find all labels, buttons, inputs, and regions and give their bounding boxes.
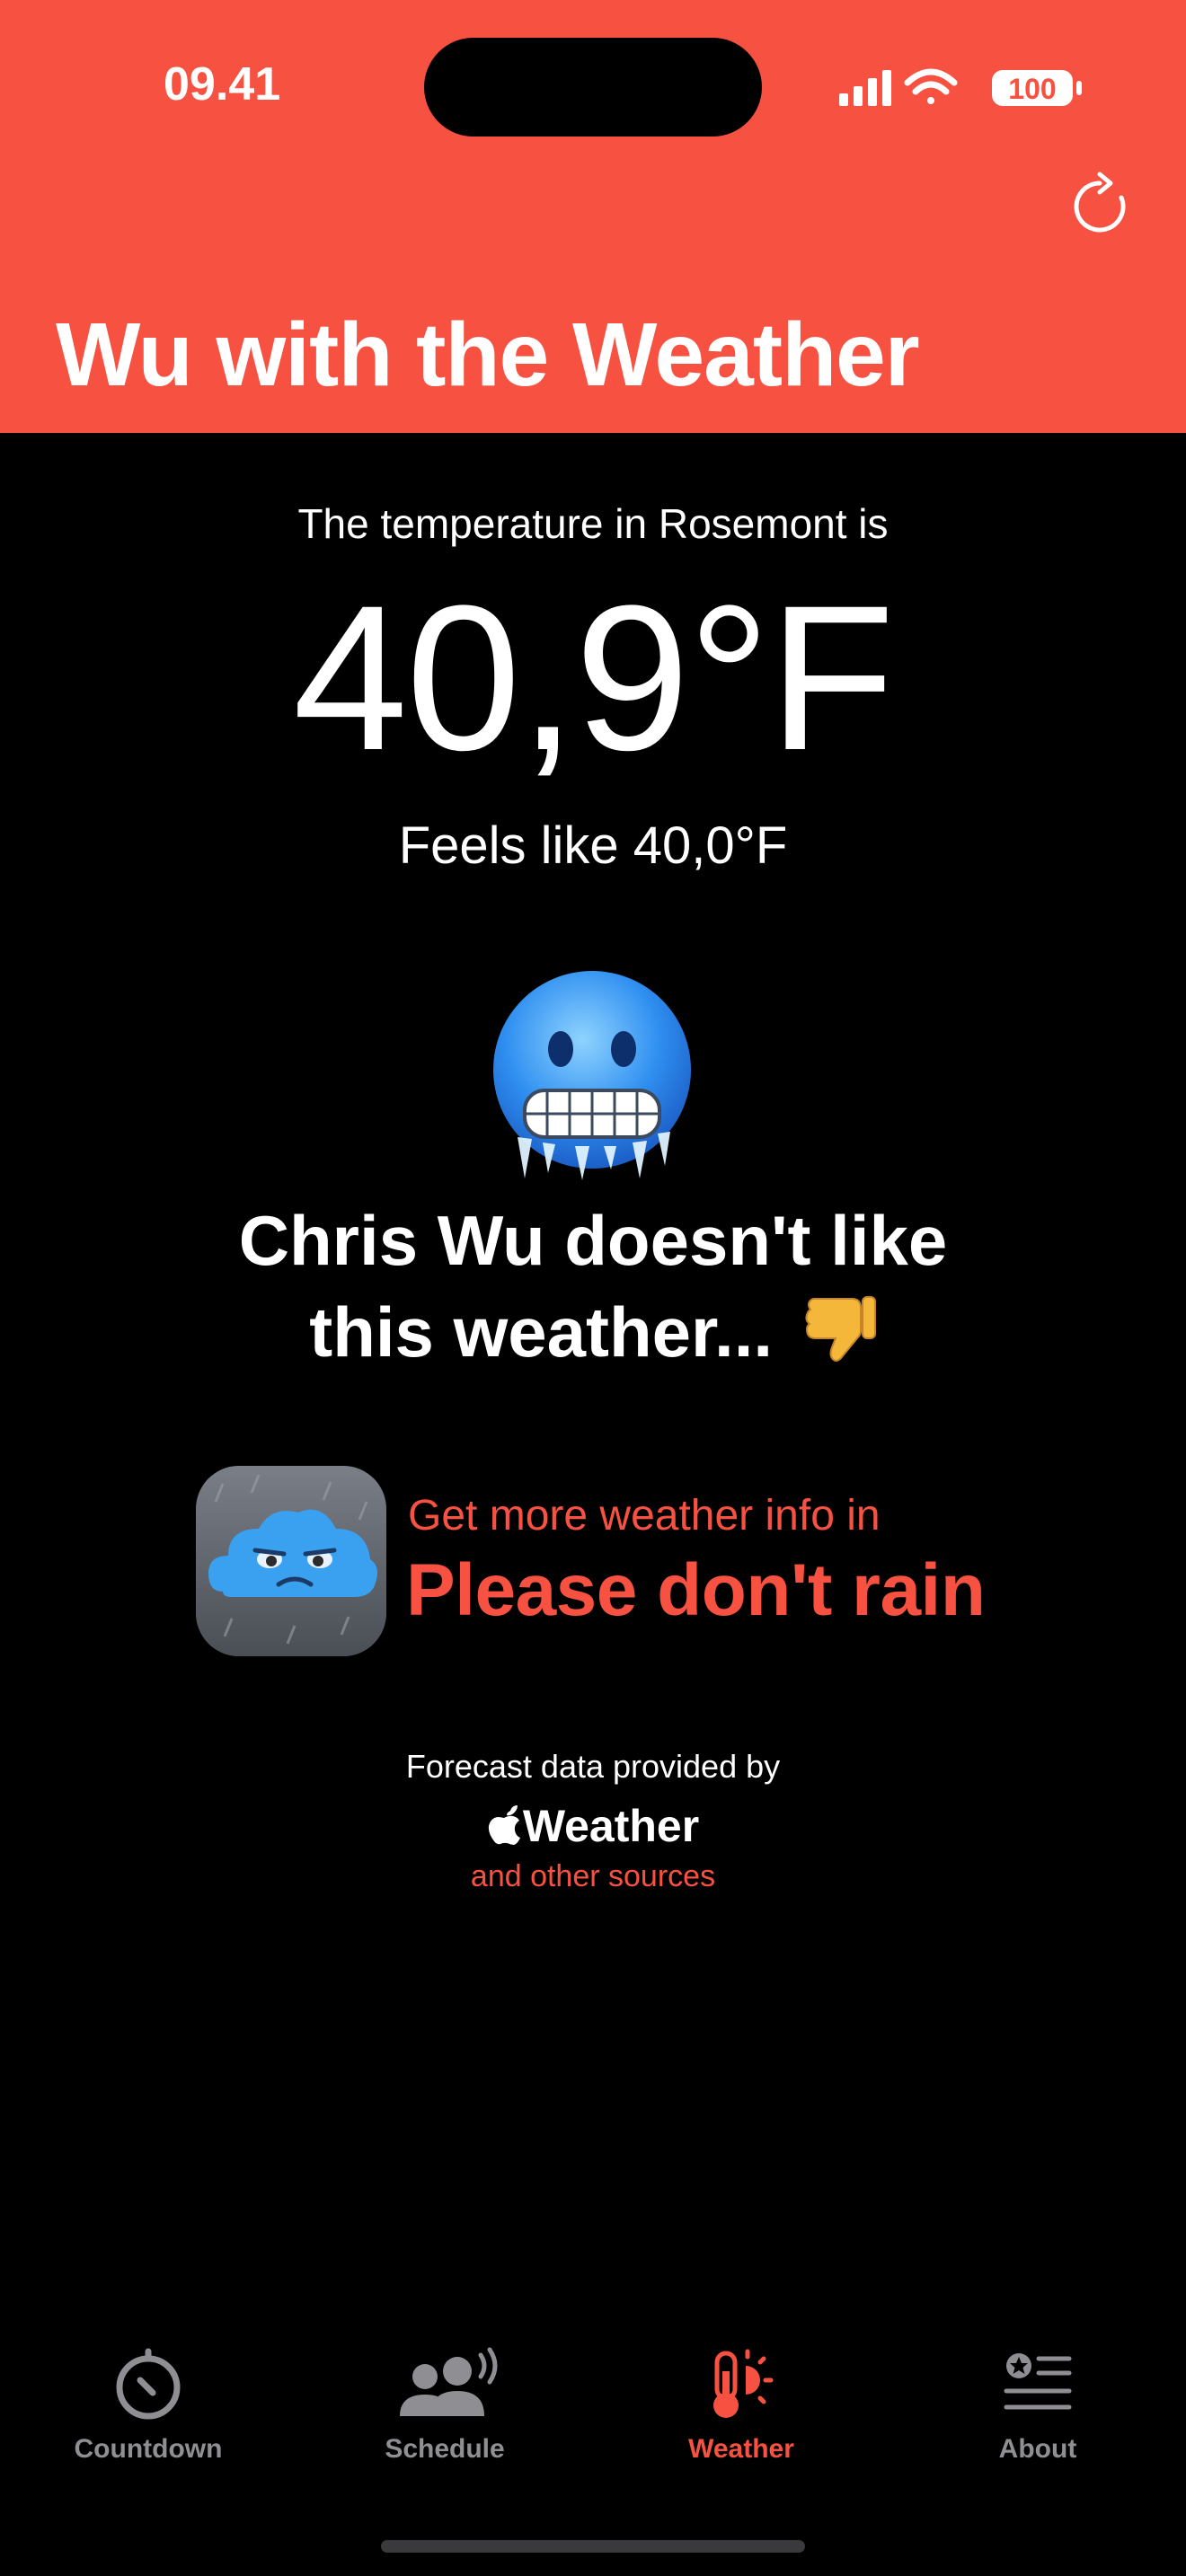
other-sources-link[interactable]: and other sources <box>0 1859 1186 1894</box>
navigation-header: 09.41 100 Wu with the Weather <box>0 0 1186 433</box>
apple-logo-icon <box>488 1805 520 1845</box>
attribution-label: Forecast data provided by <box>405 1748 781 1785</box>
thumbs-down-icon <box>805 1296 876 1362</box>
page-title: Wu with the Weather <box>56 304 920 405</box>
weather-brand-text: Weather <box>522 1801 700 1851</box>
list-star-icon <box>1004 2353 1072 2410</box>
status-time: 09.41 <box>164 58 281 110</box>
battery-icon: 100 <box>992 70 1082 106</box>
verdict-line-1: Chris Wu doesn't like <box>238 1201 948 1280</box>
promo-app-name: Please don't rain <box>406 1549 986 1631</box>
tab-schedule-label: Schedule <box>385 2434 505 2464</box>
people-icon <box>400 2347 498 2416</box>
status-icons: 100 <box>839 68 1082 106</box>
rain-cloud-app-icon <box>196 1466 386 1656</box>
tab-about-label: About <box>998 2434 1077 2464</box>
promo-prefix: Get more weather info in <box>408 1492 881 1539</box>
feels-like: Feels like 40,0°F <box>398 816 788 875</box>
weather-attribution-mark[interactable]: Weather <box>0 1800 1186 1852</box>
tab-about[interactable]: About <box>890 2344 1186 2488</box>
please-dont-rain-link[interactable]: Get more weather info in Please don't ra… <box>196 1466 1005 1656</box>
tab-countdown-label: Countdown <box>74 2434 223 2464</box>
wifi-icon <box>904 68 958 104</box>
verdict-line-2: this weather... <box>309 1292 774 1372</box>
cold-face-emoji-icon <box>493 971 691 1180</box>
thermometer-sun-icon <box>713 2349 774 2418</box>
battery-level: 100 <box>1008 73 1056 105</box>
tab-countdown[interactable]: Countdown <box>0 2344 296 2488</box>
temperature-intro: The temperature in Rosemont is <box>297 500 889 547</box>
tab-schedule[interactable]: Schedule <box>296 2344 593 2488</box>
temperature-value: 40,9°F <box>292 562 895 793</box>
weather-verdict: Chris Wu doesn't like this weather... <box>0 1195 1186 1378</box>
tab-weather[interactable]: Weather <box>593 2344 890 2488</box>
tab-bar: Countdown Schedule Weather About <box>0 2344 1186 2506</box>
home-indicator[interactable] <box>381 2540 805 2553</box>
dynamic-island <box>424 38 762 137</box>
cellular-signal-icon <box>839 70 891 106</box>
tab-weather-label: Weather <box>688 2434 794 2464</box>
refresh-icon[interactable] <box>1064 171 1136 243</box>
timer-icon <box>116 2348 181 2420</box>
